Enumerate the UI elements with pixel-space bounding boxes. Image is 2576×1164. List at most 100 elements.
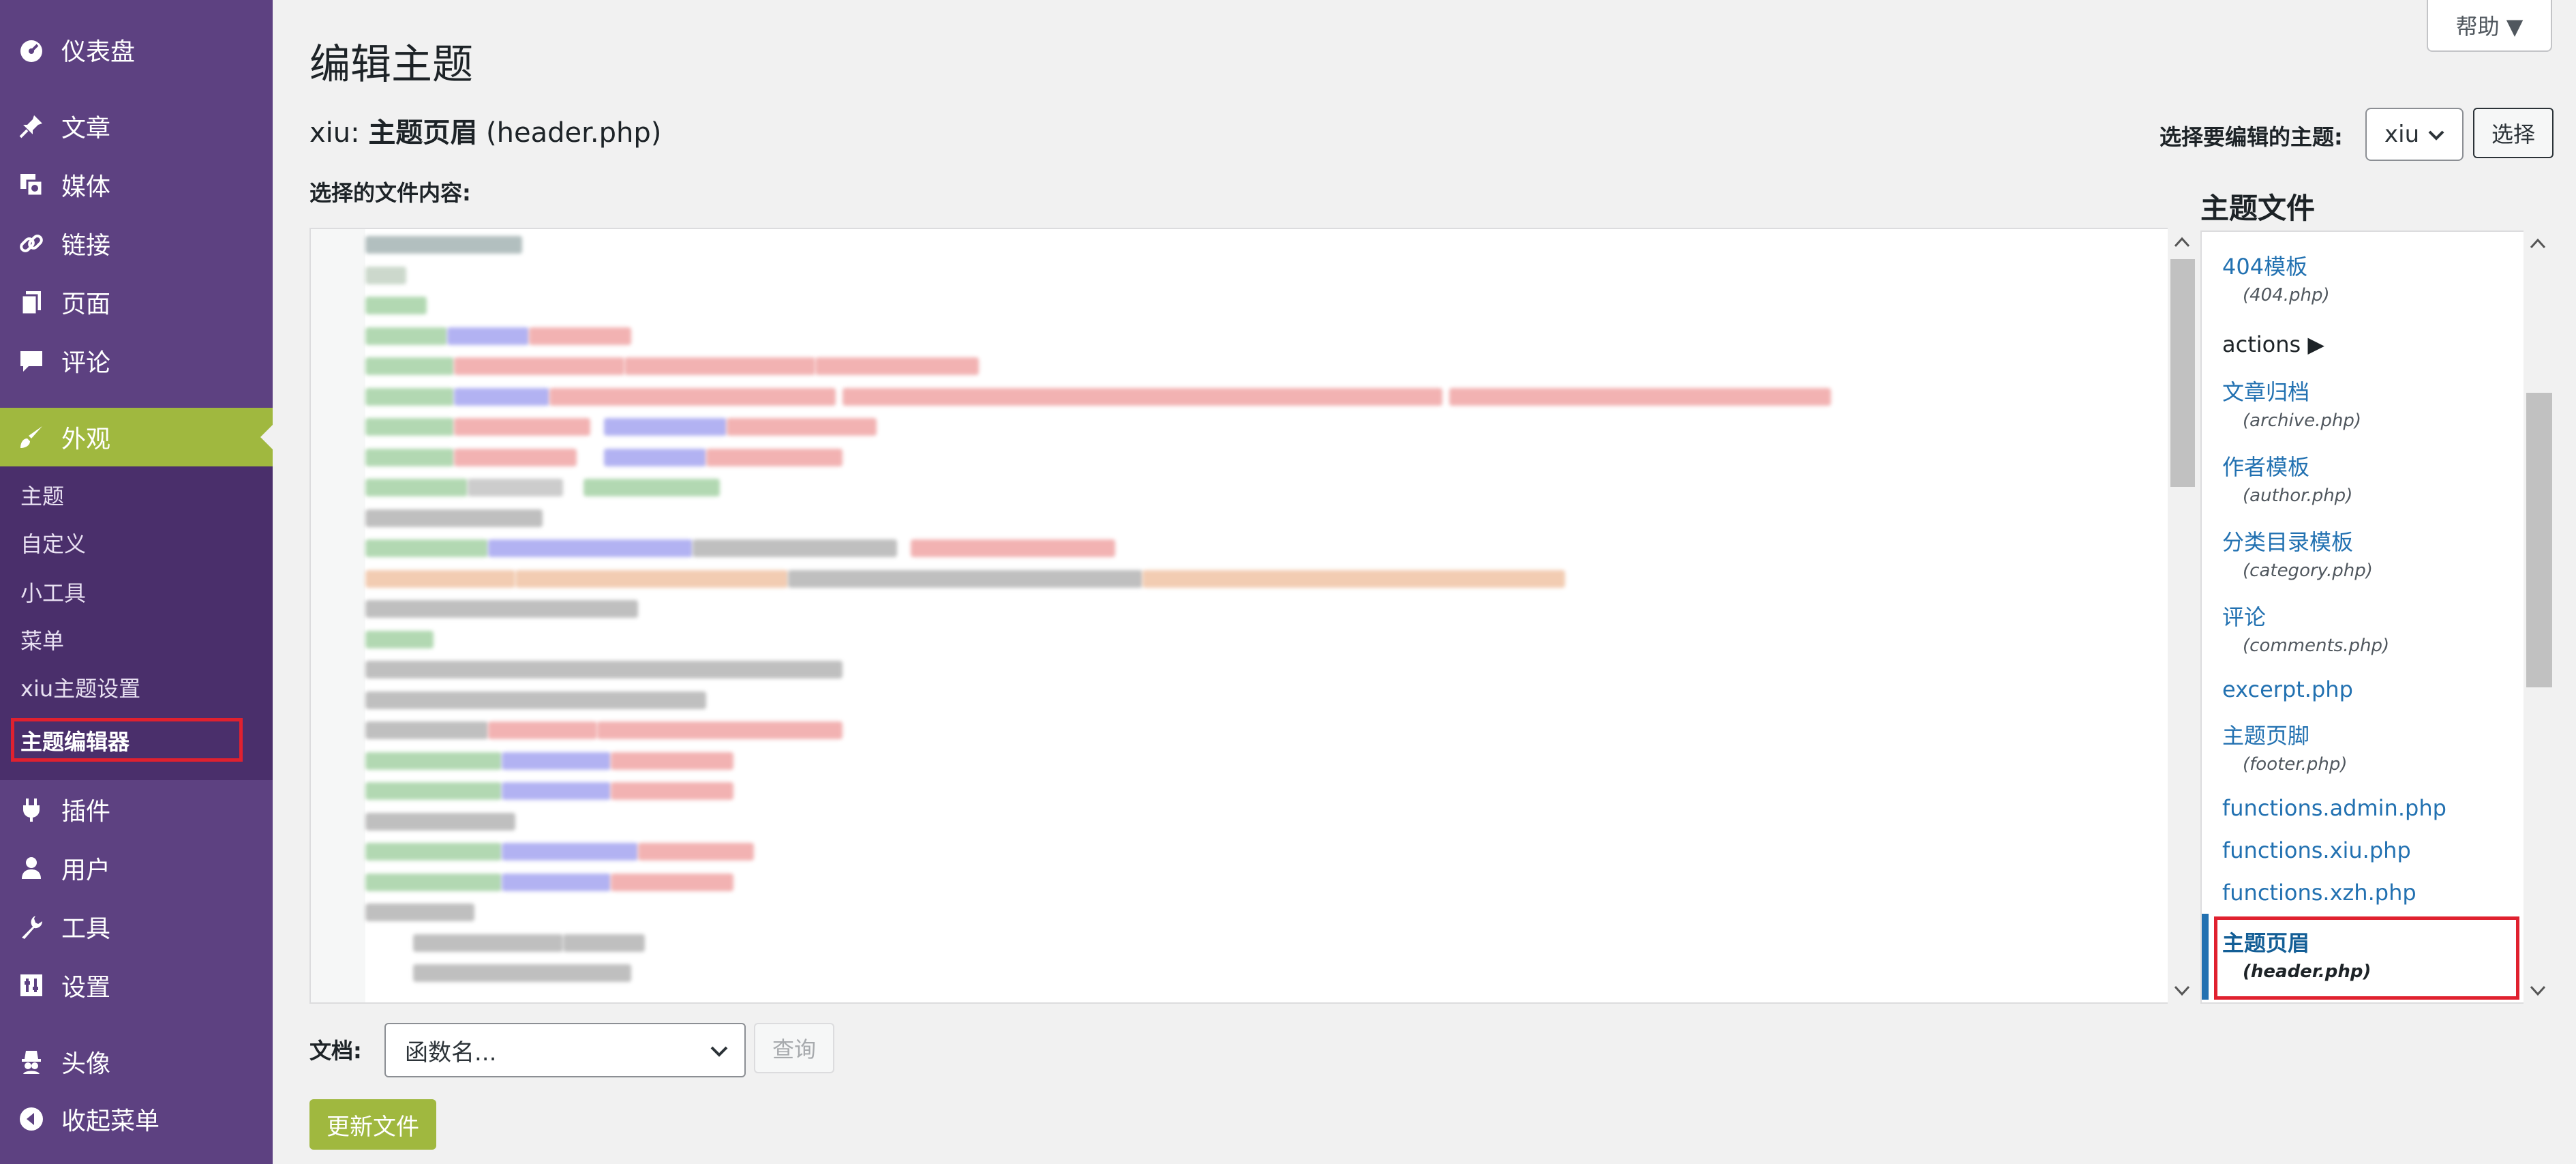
- blurred-code-segment: [447, 327, 529, 345]
- blurred-code-segment: [597, 721, 843, 739]
- blurred-code-segment: [502, 782, 611, 800]
- code-editor[interactable]: [309, 228, 2196, 1004]
- blurred-code-segment: [529, 327, 631, 345]
- menu-users[interactable]: 用户: [0, 841, 273, 895]
- file-link-author[interactable]: 作者模板: [2222, 450, 2309, 481]
- blurred-code-segment: [365, 873, 502, 891]
- comment-icon: [16, 346, 46, 376]
- file-sub-author: (author.php): [2243, 486, 2353, 506]
- file-list-scrollbar-thumb[interactable]: [2526, 393, 2552, 687]
- scroll-down-icon[interactable]: [2529, 985, 2547, 997]
- menu-collapse-label: 收起菜单: [61, 1107, 160, 1135]
- submenu-customize[interactable]: 自定义: [20, 524, 86, 562]
- menu-tools[interactable]: 工具: [0, 900, 273, 953]
- menu-collapse[interactable]: 收起菜单: [0, 1092, 273, 1146]
- file-sub-archive: (archive.php): [2243, 411, 2362, 431]
- menu-posts[interactable]: 文章: [0, 100, 273, 153]
- blurred-code-segment: [454, 357, 624, 375]
- scroll-down-icon[interactable]: [2173, 985, 2191, 997]
- submenu-menus[interactable]: 菜单: [20, 621, 64, 659]
- blurred-code-segment: [693, 539, 897, 557]
- theme-select[interactable]: xiu: [2365, 108, 2464, 161]
- file-name-suffix: (header.php): [477, 117, 662, 149]
- menu-media[interactable]: 媒体: [0, 158, 273, 211]
- menu-comments[interactable]: 评论: [0, 334, 273, 387]
- current-file-highlight: [2214, 916, 2519, 1000]
- user-icon: [16, 853, 46, 883]
- blurred-code-segment: [788, 569, 1142, 588]
- docs-label: 文档:: [309, 1038, 362, 1064]
- menu-media-label: 媒体: [61, 173, 111, 201]
- menu-pages[interactable]: 页面: [0, 275, 273, 329]
- theme-file-list: 404模板 (404.php) actions ▶ 文章归档 (archive.…: [2200, 230, 2554, 1004]
- blurred-code-segment: [454, 418, 590, 436]
- chevron-down-icon: [708, 1039, 731, 1069]
- file-content-label: 选择的文件内容:: [309, 180, 471, 206]
- wrench-icon: [16, 912, 46, 942]
- menu-avatar[interactable]: 头像: [0, 1035, 273, 1088]
- blurred-code-segment: [365, 509, 543, 527]
- select-theme-button[interactable]: 选择: [2473, 108, 2554, 158]
- blurred-code-segment: [365, 479, 468, 496]
- menu-links-label: 链接: [61, 232, 111, 260]
- folder-actions[interactable]: actions ▶: [2222, 331, 2324, 357]
- menu-links[interactable]: 链接: [0, 217, 273, 270]
- update-file-button[interactable]: 更新文件: [309, 1099, 436, 1150]
- blurred-code-segment: [365, 327, 447, 345]
- scroll-up-icon[interactable]: [2529, 237, 2547, 250]
- file-link-excerpt[interactable]: excerpt.php: [2222, 676, 2353, 702]
- file-link-category[interactable]: 分类目录模板: [2222, 525, 2353, 556]
- menu-dashboard[interactable]: 仪表盘: [0, 23, 273, 76]
- lookup-button[interactable]: 查询: [754, 1023, 834, 1073]
- blurred-code-segment: [365, 751, 502, 770]
- blurred-code-segment: [843, 387, 1442, 406]
- dashboard-icon: [16, 35, 46, 65]
- blurred-code-segment: [365, 448, 454, 466]
- file-link-comments[interactable]: 评论: [2222, 600, 2266, 631]
- menu-avatar-label: 头像: [61, 1050, 111, 1078]
- submenu-themes[interactable]: 主题: [20, 476, 64, 514]
- blurred-code-segment: [1142, 569, 1565, 588]
- media-icon: [16, 170, 46, 200]
- blurred-code-segment: [488, 721, 597, 739]
- line-number-gutter: [311, 229, 365, 1002]
- menu-settings[interactable]: 设置: [0, 959, 273, 1012]
- blurred-code-segment: [365, 297, 427, 314]
- blurred-code-segment: [502, 873, 611, 891]
- blurred-code-segment: [365, 721, 488, 739]
- menu-plugins[interactable]: 插件: [0, 783, 273, 836]
- blurred-code-segment: [365, 630, 434, 648]
- blurred-code-segment: [365, 843, 502, 861]
- file-link-404[interactable]: 404模板: [2222, 250, 2307, 281]
- file-title: 主题页眉: [368, 117, 478, 149]
- file-sub-comments: (comments.php): [2243, 636, 2390, 656]
- blurred-code-segment: [515, 569, 788, 588]
- menu-pages-label: 页面: [61, 290, 111, 318]
- blurred-code-segment: [365, 812, 515, 831]
- function-name-placeholder: 函数名...: [405, 1039, 497, 1066]
- submenu-widgets[interactable]: 小工具: [20, 573, 86, 611]
- file-link-functions-xiu[interactable]: functions.xiu.php: [2222, 837, 2411, 863]
- avatar-icon: [16, 1047, 46, 1077]
- blurred-code-segment: [911, 539, 1115, 557]
- help-tab-button[interactable]: 帮助 ▼: [2427, 0, 2552, 52]
- menu-appearance[interactable]: 外观: [0, 408, 273, 466]
- file-link-archive[interactable]: 文章归档: [2222, 375, 2309, 406]
- submenu-xiu-settings[interactable]: xiu主题设置: [20, 668, 140, 706]
- plugin-icon: [16, 794, 46, 824]
- function-name-select[interactable]: 函数名...: [384, 1023, 746, 1077]
- blurred-code-segment: [365, 539, 488, 557]
- editor-scrollbar-thumb[interactable]: [2170, 259, 2195, 487]
- file-link-functions-xzh[interactable]: functions.xzh.php: [2222, 880, 2416, 906]
- blurred-code-segment: [365, 357, 454, 375]
- menu-users-label: 用户: [61, 856, 111, 884]
- file-link-functions-admin[interactable]: functions.admin.php: [2222, 795, 2446, 821]
- file-link-footer[interactable]: 主题页脚: [2222, 719, 2309, 750]
- blurred-code-segment: [502, 751, 611, 770]
- blurred-code-segment: [611, 751, 733, 770]
- blurred-code-segment: [413, 964, 631, 982]
- menu-tools-label: 工具: [61, 915, 111, 943]
- scroll-up-icon[interactable]: [2173, 236, 2191, 248]
- blurred-code-segment: [365, 266, 406, 284]
- theme-editor-highlight: [11, 718, 243, 762]
